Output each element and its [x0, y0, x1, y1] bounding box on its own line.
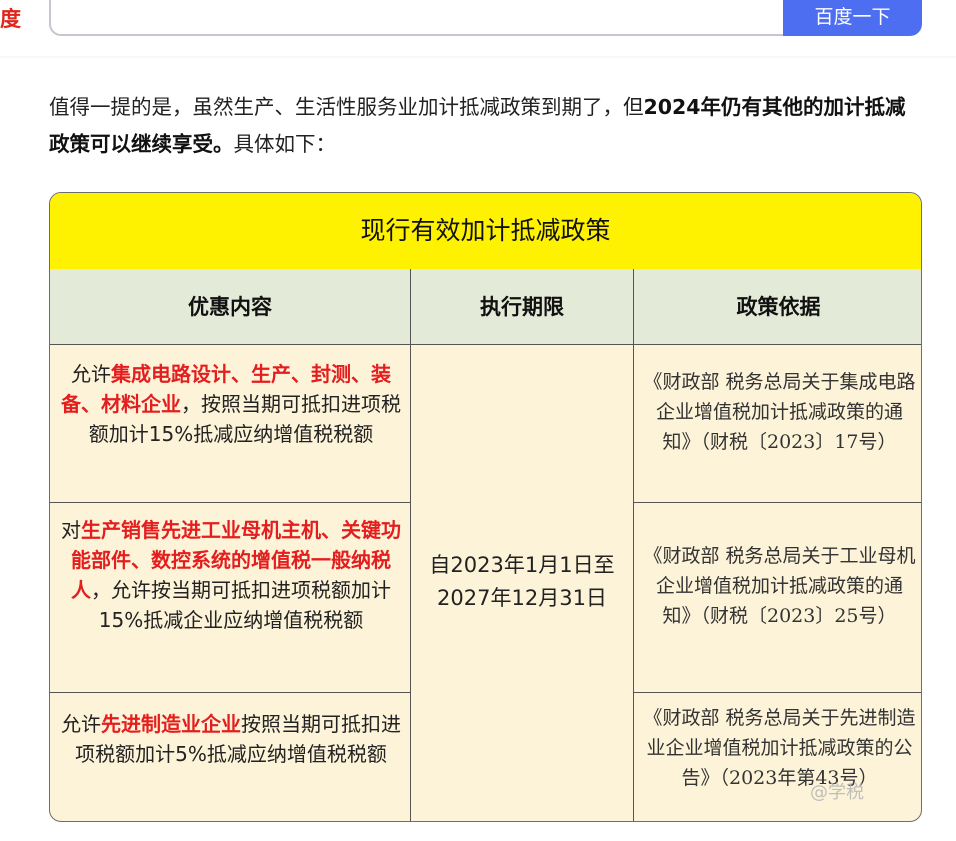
divider	[50, 692, 410, 693]
search-button[interactable]: 百度一下	[783, 0, 922, 36]
divider	[633, 269, 634, 821]
header-period: 执行期限	[411, 269, 633, 345]
divider	[634, 502, 921, 503]
article-paragraph: 值得一提的是，虽然生产、生活性服务业加计抵减政策到期了，但2024年仍有其他的加…	[49, 89, 919, 163]
table-row-basis: 《财政部 税务总局关于先进制造业企业增值税加计抵减政策的公告》（2023年第43…	[643, 707, 916, 789]
paragraph-text-1: 值得一提的是，虽然生产、生活性服务业加计抵减政策到期了，但	[49, 95, 644, 119]
header-content: 优惠内容	[50, 269, 410, 345]
policy-table-image[interactable]: 现行有效加计抵减政策 优惠内容 执行期限 政策依据 允许集成电路设计、生产、封测…	[49, 192, 922, 822]
header-basis: 政策依据	[634, 269, 921, 345]
table-row-basis: 《财政部 税务总局关于工业母机企业增值税加计抵减政策的通知》（财税〔2023〕2…	[643, 545, 916, 627]
search-header: 度 百度一下	[0, 0, 956, 56]
watermark: @学税	[810, 782, 864, 803]
table-row-content: 允许集成电路设计、生产、封测、装备、材料企业，按照当期可抵扣进项税额加计15%抵…	[61, 362, 401, 446]
baidu-logo[interactable]: 度	[0, 4, 21, 34]
table-title: 现行有效加计抵减政策	[50, 193, 921, 270]
divider	[410, 269, 411, 821]
divider	[50, 502, 410, 503]
paragraph-text-2: 具体如下：	[233, 132, 337, 156]
divider	[634, 692, 921, 693]
search-input[interactable]	[65, 0, 769, 26]
period-cell: 自2023年1月1日至2027年12月31日	[429, 553, 615, 610]
table-row-basis: 《财政部 税务总局关于集成电路企业增值税加计抵减政策的通知》（财税〔2023〕1…	[643, 371, 916, 453]
table-row-content: 对生产销售先进工业母机主机、关键功能部件、数控系统的增值税一般纳税人，允许按当期…	[61, 518, 401, 632]
table-row-content: 允许先进制造业企业按照当期可抵扣进项税额加计5%抵减应纳增值税税额	[61, 712, 401, 766]
